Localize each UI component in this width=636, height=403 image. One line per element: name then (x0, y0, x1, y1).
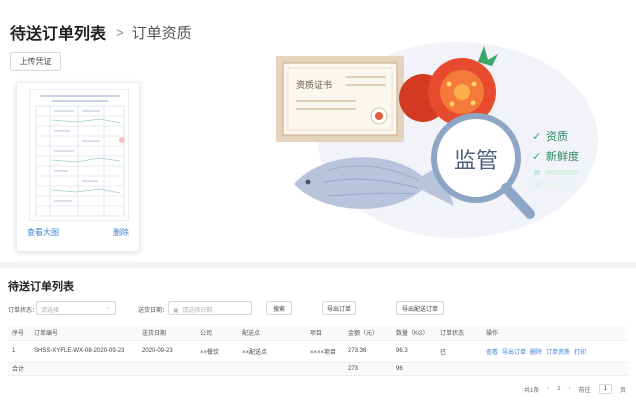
current-page[interactable]: 1 (557, 386, 560, 392)
cell-order-no: SHSS-XYFLE-WX-08-2020-09-23 (30, 340, 138, 363)
breadcrumb: 待送订单列表 > 订单资质 (10, 20, 192, 44)
qualification-panel: 待送订单列表 > 订单资质 上传凭证 查看大图 删除 资质证书 监管 ✓ 资质 … (0, 0, 636, 262)
cell-index: 1 (8, 340, 30, 363)
check-icon: ✓ (532, 130, 541, 143)
next-page-button[interactable]: › (569, 386, 571, 392)
search-button[interactable]: 搜索 (266, 301, 292, 315)
document-thumbnail[interactable] (29, 89, 129, 221)
check-icon: ✓ (532, 150, 541, 163)
table-header-row: 序号 订单编号 送货日期 公司 配送点 项目 金额（元） 数量（KG） 订单状态… (8, 326, 628, 341)
date-picker[interactable]: ▣ 请选择日期 (168, 301, 252, 315)
cell-amount: 273.36 (344, 340, 392, 363)
document-preview-image (35, 95, 125, 217)
pagination: 共1条 ‹ 1 › 前往 1 页 (524, 384, 626, 394)
column-header: 操作 (482, 326, 628, 341)
filter-bar: 订单状态： 请选择 ⌄ 送货日期： ▣ 请选择日期 搜索 导出订单 导出配送订单 (8, 301, 628, 317)
breadcrumb-parent[interactable]: 待送订单列表 (10, 20, 106, 44)
cell-company: ××餐饮 (196, 340, 238, 363)
check-item-qualification: 资质 (546, 130, 568, 143)
summary-row: 合计 273 96 (8, 362, 628, 376)
total-count: 共1条 (523, 387, 540, 394)
calendar-icon: ▣ (173, 308, 179, 314)
table-row: 1 SHSS-XYFLE-WX-08-2020-09-23 2020-09-23… (8, 340, 628, 363)
date-picker-placeholder: 请选择日期 (182, 308, 213, 314)
column-header: 序号 (8, 326, 30, 341)
certificate-icon: 资质证书 (276, 56, 404, 142)
document-card: 查看大图 删除 (16, 82, 140, 252)
view-action[interactable]: 查看 (486, 350, 498, 356)
goto-label: 前往 (578, 387, 591, 394)
cell-actions: 查看 导出订单 删除 订单资质 打印 (482, 340, 628, 363)
qualification-illustration: 资质证书 监管 ✓ 资质 ✓ 新鲜度 (268, 30, 608, 250)
print-action[interactable]: 打印 (574, 350, 586, 356)
column-header: 数量（KG） (392, 326, 436, 341)
goto-page-input[interactable]: 1 (598, 384, 612, 394)
chevron-right-icon: > (116, 24, 124, 40)
date-filter-label: 送货日期： (138, 308, 169, 314)
cell-date: 2020-09-23 (138, 340, 196, 363)
summary-label: 合计 (8, 362, 138, 376)
magnifier-text: 监管 (454, 148, 498, 173)
chevron-down-icon: ⌄ (105, 305, 111, 311)
column-header: 项目 (306, 326, 344, 341)
export-orders-button[interactable]: 导出订单 (322, 301, 356, 315)
order-list-panel: 待送订单列表 订单状态： 请选择 ⌄ 送货日期： ▣ 请选择日期 搜索 导出订单… (0, 262, 636, 403)
status-select-placeholder: 请选择 (41, 308, 60, 314)
order-list-title: 待送订单列表 (8, 281, 74, 293)
prev-page-button[interactable]: ‹ (547, 386, 549, 392)
page-unit: 页 (619, 387, 626, 394)
summary-qty: 96 (392, 362, 436, 376)
view-large-link[interactable]: 查看大图 (27, 227, 59, 238)
cell-status: 已 (436, 340, 482, 363)
delete-link[interactable]: 删除 (113, 227, 129, 238)
certificate-title: 资质证书 (296, 79, 332, 90)
column-header: 配送点 (238, 326, 306, 341)
cell-point: ××配送点 (238, 340, 306, 363)
status-select[interactable]: 请选择 ⌄ (36, 301, 116, 315)
export-delivery-orders-button[interactable]: 导出配送订单 (396, 301, 444, 315)
order-table: 序号 订单编号 送货日期 公司 配送点 项目 金额（元） 数量（KG） 订单状态… (8, 326, 628, 376)
column-header: 金额（元） (344, 326, 392, 341)
status-filter-label: 订单状态： (8, 308, 39, 314)
upload-voucher-button[interactable]: 上传凭证 (10, 52, 61, 71)
check-item-freshness: 新鲜度 (546, 149, 579, 163)
qualification-action[interactable]: 订单资质 (546, 350, 570, 356)
cell-project: ××××项目 (306, 340, 344, 363)
column-header: 送货日期 (138, 326, 196, 341)
cell-qty: 96.3 (392, 340, 436, 363)
column-header: 订单状态 (436, 326, 482, 341)
column-header: 公司 (196, 326, 238, 341)
column-header: 订单编号 (30, 326, 138, 341)
delete-action[interactable]: 删除 (530, 350, 542, 356)
breadcrumb-current: 订单资质 (131, 24, 192, 42)
export-order-action[interactable]: 导出订单 (502, 350, 526, 356)
summary-amount: 273 (344, 362, 392, 376)
